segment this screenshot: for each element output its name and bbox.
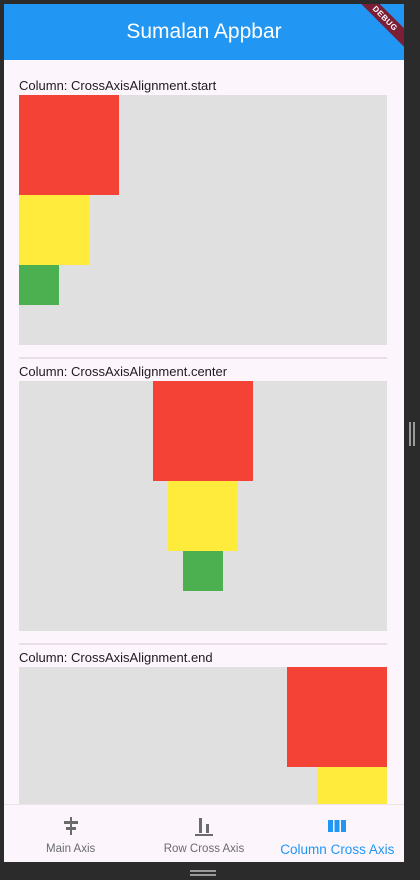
resize-handle-right[interactable] xyxy=(409,422,415,446)
section-label: Column: CrossAxisAlignment.center xyxy=(19,364,228,379)
nav-item-main-axis[interactable]: Main Axis xyxy=(4,805,137,862)
red-box xyxy=(19,95,119,195)
nav-item-row-cross-axis[interactable]: Row Cross Axis xyxy=(137,805,270,862)
app-window: Sumalan Appbar DEBUG Column: CrossAxisAl… xyxy=(4,4,404,862)
app-bar: Sumalan Appbar DEBUG xyxy=(4,4,404,60)
section-cross-axis-end: Column: CrossAxisAlignment.end xyxy=(19,632,387,804)
bottom-navigation-bar: Main Axis Row Cross Axis Column Cross Ax… xyxy=(4,804,404,862)
yellow-box xyxy=(317,767,387,804)
column-container-end xyxy=(19,667,387,804)
section-cross-axis-start: Column: CrossAxisAlignment.start xyxy=(19,60,387,345)
align-vertical-bottom-icon xyxy=(194,815,214,837)
red-box xyxy=(153,381,253,481)
align-horizontal-center-icon xyxy=(61,815,81,837)
green-box xyxy=(19,265,59,305)
column-container-center xyxy=(19,381,387,631)
nav-item-label: Row Cross Axis xyxy=(163,843,245,855)
nav-item-label: Column Cross Axis xyxy=(280,842,395,857)
scroll-content[interactable]: Column: CrossAxisAlignment.start Column:… xyxy=(4,60,404,804)
red-box xyxy=(287,667,387,767)
section-cross-axis-center: Column: CrossAxisAlignment.center xyxy=(19,346,387,631)
resize-handle-bottom[interactable] xyxy=(190,870,216,876)
nav-item-column-cross-axis[interactable]: Column Cross Axis xyxy=(271,805,404,862)
column-container-start xyxy=(19,95,387,345)
yellow-box xyxy=(19,195,89,265)
yellow-box xyxy=(168,481,238,551)
nav-item-label: Main Axis xyxy=(46,843,96,855)
view-column-icon xyxy=(327,815,347,837)
green-box xyxy=(183,551,223,591)
section-label: Column: CrossAxisAlignment.end xyxy=(19,650,213,665)
debug-banner: DEBUG xyxy=(348,4,404,55)
section-label: Column: CrossAxisAlignment.start xyxy=(19,78,217,93)
app-bar-title: Sumalan Appbar xyxy=(126,20,282,43)
